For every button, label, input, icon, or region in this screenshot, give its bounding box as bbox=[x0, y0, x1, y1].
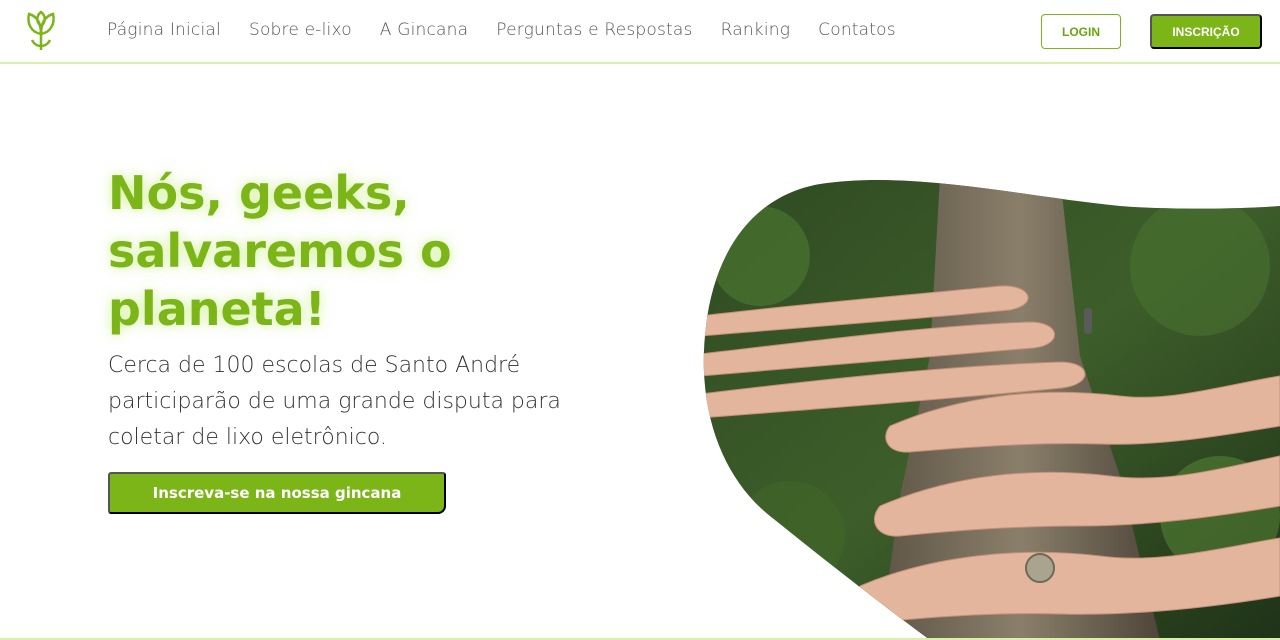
hero-title: Nós, geeks, salvaremos o planeta! bbox=[108, 164, 588, 338]
hands-on-tree-trunk-photo bbox=[703, 179, 1280, 640]
cta-signup-button[interactable]: Inscreva-se na nossa gincana bbox=[108, 472, 446, 514]
hero-title-line: planeta! bbox=[108, 282, 326, 336]
hero-description: Cerca de 100 escolas de Santo André part… bbox=[108, 348, 608, 456]
nav-link-contacts[interactable]: Contatos bbox=[818, 20, 896, 40]
nav-link-faq[interactable]: Perguntas e Respostas bbox=[496, 20, 692, 40]
signup-button[interactable]: INSCRIÇÃO bbox=[1150, 14, 1262, 49]
hero-title-line: salvaremos o bbox=[108, 224, 452, 278]
nav-link-ranking[interactable]: Ranking bbox=[721, 20, 791, 40]
nav-link-home[interactable]: Página Inicial bbox=[107, 20, 221, 40]
nav-link-gincana[interactable]: A Gincana bbox=[380, 20, 468, 40]
login-button[interactable]: LOGIN bbox=[1041, 14, 1121, 49]
leaf-logo-icon[interactable] bbox=[24, 10, 58, 52]
nav-link-about-ewaste[interactable]: Sobre e-lixo bbox=[249, 20, 352, 40]
hero-description-line: coletar de lixo eletrônico. bbox=[108, 425, 387, 450]
hero-title-line: Nós, geeks, bbox=[108, 166, 410, 220]
hero-description-line: participarão de uma grande disputa para bbox=[108, 389, 561, 414]
top-navbar: Página Inicial Sobre e-lixo A Gincana Pe… bbox=[0, 0, 1280, 64]
main-nav: Página Inicial Sobre e-lixo A Gincana Pe… bbox=[107, 20, 896, 40]
hero-description-line: Cerca de 100 escolas de Santo André bbox=[108, 353, 521, 378]
